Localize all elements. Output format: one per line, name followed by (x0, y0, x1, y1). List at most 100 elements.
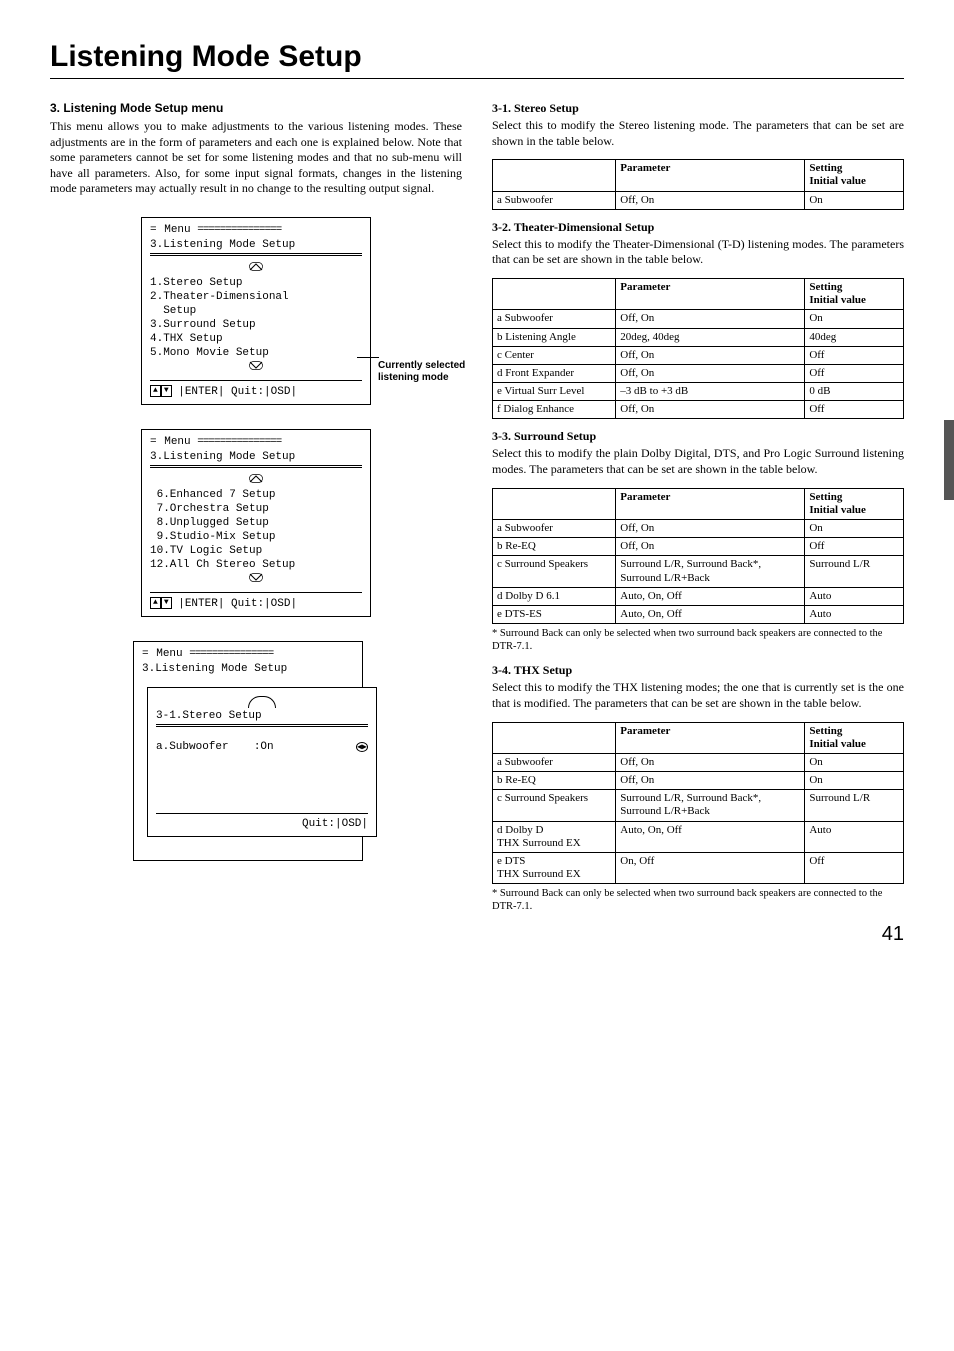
updown-icon: ▲ (150, 597, 161, 609)
table-cell: On (805, 520, 904, 538)
table-cell: Surround L/R, Surround Back*, Surround L… (616, 790, 805, 821)
page-title: Listening Mode Setup (50, 40, 904, 74)
osd-menu-item: Setup (150, 305, 362, 317)
table-row: d Dolby D 6.1Auto, On, OffAuto (493, 587, 904, 605)
table-header (493, 278, 616, 309)
osd3-front-footer: Quit:|OSD| (156, 813, 368, 830)
table-cell: Off, On (616, 310, 805, 328)
table-cell: Surround L/R (805, 556, 904, 587)
table-cell: d Front Expander (493, 364, 616, 382)
osd2-menu-label: Menu =============== (150, 436, 362, 448)
osd-menu-item: 7.Orchestra Setup (150, 503, 362, 515)
osd2-items: 6.Enhanced 7 Setup 7.Orchestra Setup 8.U… (150, 489, 362, 571)
table-cell: Off, On (616, 346, 805, 364)
table-cell: Auto, On, Off (616, 587, 805, 605)
section-3-intro: This menu allows you to make adjustments… (50, 119, 462, 197)
table-cell: On (805, 310, 904, 328)
table-header: Parameter (616, 488, 805, 519)
table-cell: Off (805, 538, 904, 556)
up-arrow-icon (150, 474, 362, 487)
knob-icon: ◀▶ (356, 742, 368, 752)
table-row: a SubwooferOff, OnOn (493, 520, 904, 538)
table-row: b Re-EQOff, OnOn (493, 772, 904, 790)
table-cell: 0 dB (805, 383, 904, 401)
section-3-heading: 3. Listening Mode Setup menu (50, 101, 462, 115)
table-row: a SubwooferOff, OnOn (493, 753, 904, 771)
table-cell: Off (805, 346, 904, 364)
table-cell: 20deg, 40deg (616, 328, 805, 346)
table-row: e DTS THX Surround EXOn, OffOff (493, 853, 904, 884)
table-row: a SubwooferOff, OnOn (493, 310, 904, 328)
down-arrow-icon (150, 361, 362, 374)
updown-icon: ▼ (161, 597, 172, 609)
table-cell: On (805, 753, 904, 771)
s34-intro: Select this to modify the THX listening … (492, 680, 904, 711)
table-header: Setting Initial value (805, 278, 904, 309)
osd-menu-item: 3.Surround Setup (150, 319, 362, 331)
table-cell: c Center (493, 346, 616, 364)
osd-menu-item: 4.THX Setup (150, 333, 362, 345)
osd-menu-item: 1.Stereo Setup (150, 277, 362, 289)
s31-table: ParameterSetting Initial valuea Subwoofe… (492, 159, 904, 210)
right-column: 3-1. Stereo Setup Select this to modify … (492, 101, 904, 924)
osd-screen-3-stack: Menu =============== 3.Listening Mode Se… (133, 641, 379, 871)
table-row: c CenterOff, OnOff (493, 346, 904, 364)
table-header: Parameter (616, 722, 805, 753)
table-cell: e DTS THX Surround EX (493, 853, 616, 884)
s31-heading: 3-1. Stereo Setup (492, 101, 904, 116)
table-cell: b Listening Angle (493, 328, 616, 346)
table-cell: Auto, On, Off (616, 605, 805, 623)
table-header: Parameter (616, 160, 805, 191)
table-cell: Off, On (616, 772, 805, 790)
osd1-footer: ▲▼ |ENTER| Quit:|OSD| (150, 380, 362, 398)
table-cell: Off, On (616, 191, 805, 209)
s33-heading: 3-3. Surround Setup (492, 429, 904, 444)
table-cell: On (805, 191, 904, 209)
table-cell: c Surround Speakers (493, 790, 616, 821)
table-row: d Dolby D THX Surround EXAuto, On, OffAu… (493, 821, 904, 852)
table-cell: Off, On (616, 364, 805, 382)
s32-intro: Select this to modify the Theater-Dimens… (492, 237, 904, 268)
osd2-footer: ▲▼ |ENTER| Quit:|OSD| (150, 592, 362, 610)
table-cell: Auto, On, Off (616, 821, 805, 852)
osd-screen-1: Menu =============== 3.Listening Mode Se… (141, 217, 371, 405)
table-header: Setting Initial value (805, 488, 904, 519)
table-cell: On, Off (616, 853, 805, 884)
table-header: Setting Initial value (805, 722, 904, 753)
table-cell: Auto (805, 587, 904, 605)
osd3-back-title: 3.Listening Mode Setup (142, 663, 354, 675)
table-cell: a Subwoofer (493, 310, 616, 328)
osd-menu-item: 6.Enhanced 7 Setup (150, 489, 362, 501)
osd-screen-2: Menu =============== 3.Listening Mode Se… (141, 429, 371, 617)
osd-menu-item: 10.TV Logic Setup (150, 545, 362, 557)
table-row: f Dialog EnhanceOff, OnOff (493, 401, 904, 419)
tab-arc-icon (248, 696, 276, 708)
table-cell: a Subwoofer (493, 520, 616, 538)
table-cell: Off (805, 364, 904, 382)
table-cell: d Dolby D 6.1 (493, 587, 616, 605)
table-row: d Front ExpanderOff, OnOff (493, 364, 904, 382)
table-header: Parameter (616, 278, 805, 309)
osd1-menu-label: Menu =============== (150, 224, 362, 236)
table-row: c Surround SpeakersSurround L/R, Surroun… (493, 556, 904, 587)
table-cell: Off, On (616, 520, 805, 538)
table-row: c Surround SpeakersSurround L/R, Surroun… (493, 790, 904, 821)
table-cell: d Dolby D THX Surround EX (493, 821, 616, 852)
table-cell: Off, On (616, 401, 805, 419)
s34-footnote: * Surround Back can only be selected whe… (492, 888, 904, 913)
table-cell: e DTS-ES (493, 605, 616, 623)
s31-intro: Select this to modify the Stereo listeni… (492, 118, 904, 149)
osd-menu-item: 8.Unplugged Setup (150, 517, 362, 529)
osd-menu-item: 5.Mono Movie Setup (150, 347, 362, 359)
osd-screen-3-front: 3-1.Stereo Setup a.Subwoofer :On ◀▶ Quit… (147, 687, 377, 837)
osd-menu-item: 2.Theater-Dimensional (150, 291, 362, 303)
osd3-param-label: a.Subwoofer (156, 741, 229, 753)
table-cell: Auto (805, 821, 904, 852)
table-cell: Off (805, 853, 904, 884)
down-arrow-icon (150, 573, 362, 586)
s33-footnote: * Surround Back can only be selected whe… (492, 628, 904, 653)
osd3-back-menu-label: Menu =============== (142, 648, 354, 660)
table-cell: e Virtual Surr Level (493, 383, 616, 401)
table-cell: –3 dB to +3 dB (616, 383, 805, 401)
table-cell: Off, On (616, 753, 805, 771)
